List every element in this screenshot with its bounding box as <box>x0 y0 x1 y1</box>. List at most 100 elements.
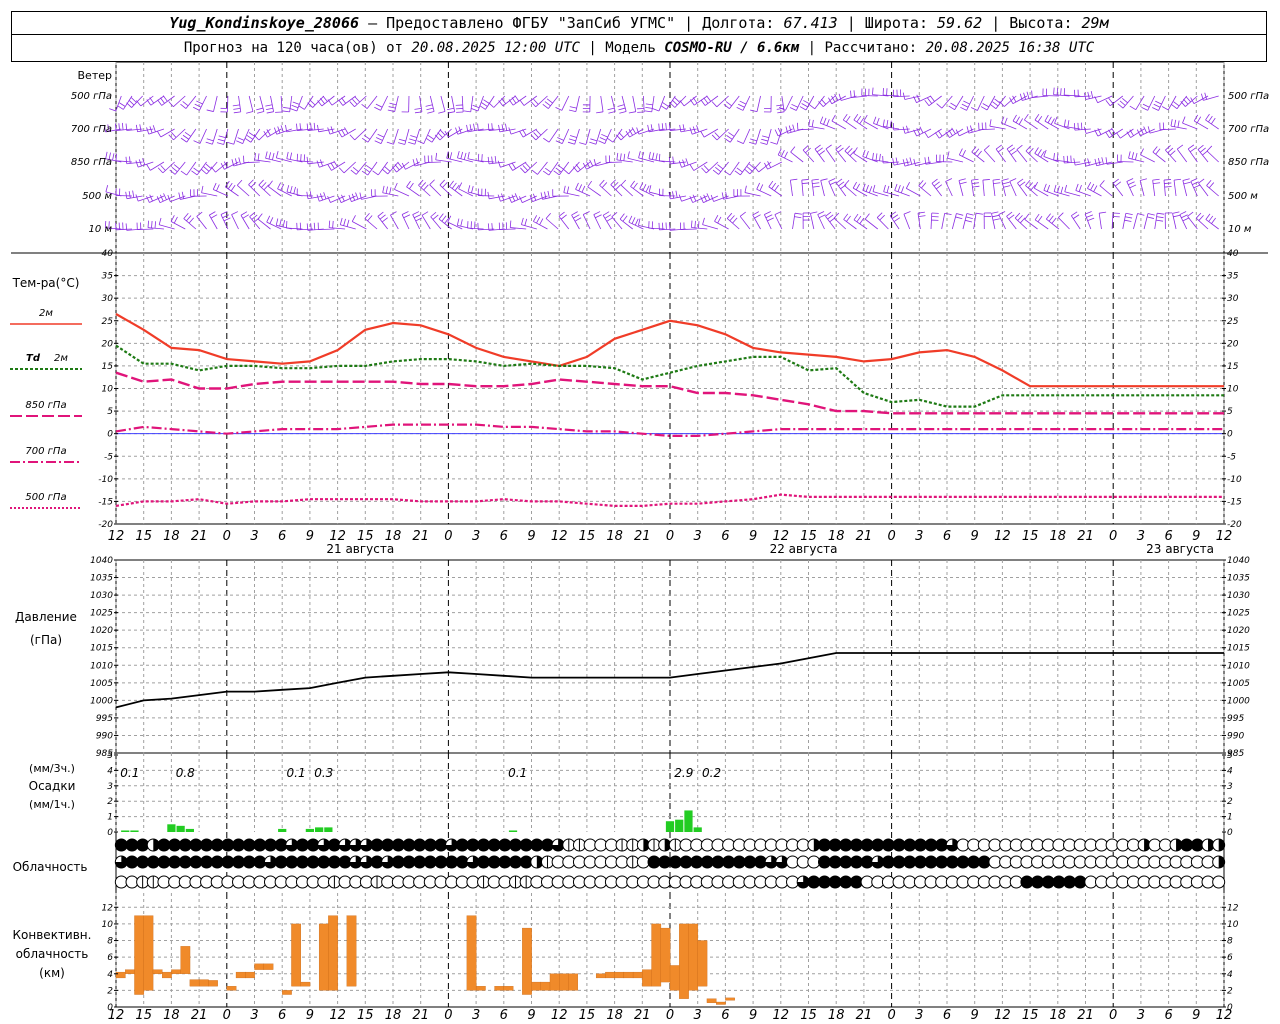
wind-barb-feather <box>128 99 135 106</box>
wind-barb-feather <box>573 214 580 219</box>
wind-barb <box>616 159 633 163</box>
x-tick-lower: 9 <box>1192 1008 1200 1023</box>
wind-barb-feather <box>531 169 538 175</box>
wind-barb-feather <box>671 99 678 106</box>
wind-barb-feather <box>160 97 165 104</box>
wind-barb-feather <box>1152 178 1160 181</box>
wind-barb-feather <box>268 180 273 187</box>
wind-barb-feather <box>341 194 345 202</box>
wind-barb-feather <box>1034 213 1040 221</box>
conv-bar <box>291 923 302 987</box>
wind-barb-feather <box>225 180 230 188</box>
wind-barb-feather <box>212 182 217 190</box>
wind-barb-feather <box>809 104 816 110</box>
wind-barb <box>1172 213 1177 230</box>
wind-barb-feather <box>1008 214 1015 220</box>
pressure-axis-tick-right: 1000 <box>1227 696 1250 706</box>
wind-barb <box>393 128 399 145</box>
wind-barb-feather <box>1117 103 1124 109</box>
wind-barb-feather <box>296 123 298 131</box>
precip-axis-tick-right: 3 <box>1227 782 1233 792</box>
wind-barb-feather <box>1014 212 1021 219</box>
wind-barb-feather <box>256 107 264 111</box>
wind-barb-feather <box>563 168 570 175</box>
wind-barb <box>835 149 847 163</box>
wind-barb-feather <box>648 185 652 193</box>
wind-barb-feather <box>234 158 238 166</box>
wind-barb-feather <box>1189 147 1197 153</box>
wind-barb-feather <box>367 215 373 222</box>
wind-barb-feather <box>1119 100 1126 106</box>
temp-axis-tick-right: 30 <box>1227 294 1239 304</box>
wind-barb-feather <box>965 216 973 219</box>
wind-barb-feather <box>844 145 851 152</box>
wind-barb-feather <box>959 181 967 185</box>
wind-barb-feather <box>1208 182 1215 189</box>
wind-barb-feather <box>533 215 538 222</box>
x-tick-upper: 15 <box>1022 529 1039 544</box>
x-tick-lower: 6 <box>943 1008 951 1023</box>
wind-barb <box>1004 95 1017 107</box>
wind-barb <box>1024 219 1038 230</box>
wind-barb-feather <box>269 217 274 224</box>
wind-barb <box>651 95 655 112</box>
precip-bar <box>305 828 315 832</box>
wind-barb-feather <box>157 99 163 106</box>
wind-barb <box>962 213 968 230</box>
wind-barb <box>561 128 570 144</box>
wind-barb-feather <box>784 151 788 159</box>
wind-barb-feather <box>377 133 385 138</box>
wind-barb-feather <box>1037 115 1043 123</box>
wind-barb-feather <box>449 152 453 160</box>
wind-barb <box>716 128 729 141</box>
wind-barb-feather <box>831 114 836 122</box>
wind-barb-feather <box>282 110 290 113</box>
x-tick-lower: 15 <box>357 1008 374 1023</box>
wind-barb <box>1034 219 1049 230</box>
wind-barb-feather <box>859 217 865 225</box>
pressure-axis-tick-right: 1015 <box>1227 644 1250 654</box>
precip-3h-units: (мм/3ч.) <box>29 762 75 775</box>
wind-barb-feather <box>557 164 564 170</box>
wind-barb-feather <box>706 193 711 200</box>
wind-barb-feather <box>703 97 709 104</box>
wind-barb-feather <box>525 162 531 169</box>
wind-barb-feather <box>298 105 305 110</box>
wind-barb-feather <box>546 98 553 104</box>
wind-barb-feather <box>879 153 881 161</box>
wind-barb-feather <box>352 166 359 173</box>
wind-barb-feather <box>929 95 935 102</box>
wind-barb-feather <box>1164 182 1172 184</box>
conv-bar <box>725 997 735 1001</box>
wind-barb <box>941 213 946 230</box>
pressure-axis-tick-left: 1010 <box>90 661 113 671</box>
x-tick-upper: 3 <box>694 529 702 544</box>
wind-barb-feather <box>193 106 200 111</box>
wind-barb-feather <box>728 132 735 137</box>
wind-barb <box>670 195 687 200</box>
precip-axis-tick-right: 4 <box>1227 766 1233 776</box>
temp-axis-tick-right: 0 <box>1227 430 1233 440</box>
wind-barb-feather <box>159 194 164 202</box>
conv-bar <box>540 981 551 991</box>
wind-barb-feather <box>1034 147 1039 154</box>
wind-barb-feather <box>544 167 552 173</box>
wind-barb-feather <box>627 151 630 159</box>
x-tick-upper: 0 <box>1109 529 1117 544</box>
wind-barb-feather <box>1177 120 1180 128</box>
wind-barb <box>951 213 957 230</box>
wind-barb-feather <box>1169 150 1176 156</box>
wind-barb <box>1152 180 1156 197</box>
wind-barb <box>756 188 772 197</box>
wind-barb-feather <box>770 141 778 145</box>
wind-barb-feather <box>633 182 638 189</box>
wind-barb <box>844 185 857 197</box>
wind-barb-feather <box>886 120 889 128</box>
wind-barb <box>600 95 604 112</box>
wind-barb-feather <box>543 137 550 143</box>
wind-barb-feather <box>126 102 132 108</box>
wind-barb-feather <box>1031 90 1033 98</box>
wind-barb-feather <box>975 212 984 215</box>
wind-barb <box>795 95 804 111</box>
wind-barb-feather <box>960 106 967 111</box>
